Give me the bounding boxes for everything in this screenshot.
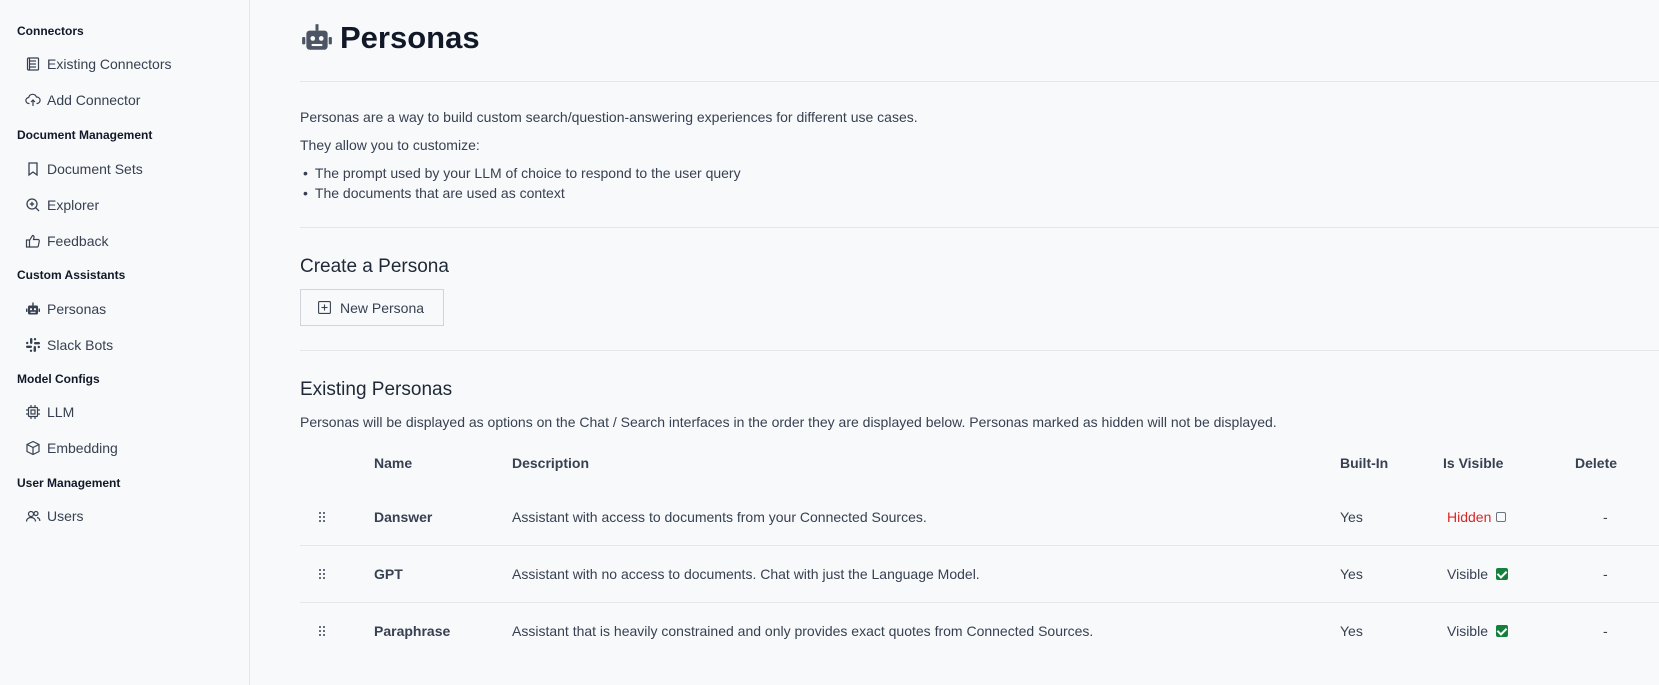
checkbox-unchecked-icon[interactable] <box>1496 512 1507 522</box>
sidebar-section-document-management: Document Management <box>17 128 153 142</box>
persona-description: Assistant with access to documents from … <box>512 509 927 525</box>
column-header-description: Description <box>512 455 590 471</box>
visibility-label: Hidden <box>1447 509 1492 525</box>
checkbox-checked-icon[interactable] <box>1496 568 1508 580</box>
sidebar-item-llm[interactable]: LLM <box>25 401 74 423</box>
slack-icon <box>26 338 40 352</box>
new-persona-button[interactable]: New Persona <box>300 289 444 326</box>
sidebar-item-label: Slack Bots <box>47 337 114 353</box>
sidebar-item-label: Document Sets <box>47 161 143 177</box>
table-row: Paraphrase Assistant that is heavily con… <box>300 602 1659 659</box>
sidebar-item-label: Personas <box>47 301 107 317</box>
zoom-in-icon <box>26 198 40 212</box>
delete-value: - <box>1603 623 1608 639</box>
existing-personas-heading: Existing Personas <box>300 379 453 400</box>
sidebar: Connectors Existing Connectors Add Conne… <box>0 0 250 685</box>
persona-description: Assistant with no access to documents. C… <box>512 566 980 582</box>
column-header-delete: Delete <box>1575 455 1618 471</box>
drag-handle-icon[interactable] <box>318 568 326 580</box>
cloud-upload-icon <box>25 93 41 106</box>
sidebar-item-explorer[interactable]: Explorer <box>25 194 99 216</box>
sidebar-item-label: Add Connector <box>47 92 141 108</box>
sidebar-item-users[interactable]: Users <box>25 505 84 527</box>
sidebar-section-user-management: User Management <box>17 476 121 490</box>
sidebar-item-existing-connectors[interactable]: Existing Connectors <box>25 53 172 75</box>
sidebar-item-label: Existing Connectors <box>47 56 172 72</box>
bullet-item: The documents that are used as context <box>303 185 565 201</box>
visibility-toggle[interactable]: Hidden <box>1447 509 1507 525</box>
drag-handle-icon[interactable] <box>318 625 326 637</box>
existing-personas-description: Personas will be displayed as options on… <box>300 414 1277 430</box>
page-title-text: Personas <box>340 20 480 55</box>
column-header-is-visible: Is Visible <box>1443 455 1504 471</box>
delete-value: - <box>1603 566 1608 582</box>
sidebar-item-label: Embedding <box>47 440 118 456</box>
sidebar-section-model-configs: Model Configs <box>17 372 100 386</box>
persona-name: Paraphrase <box>374 623 451 639</box>
robot-icon <box>26 302 40 315</box>
users-icon <box>25 510 41 522</box>
persona-description: Assistant that is heavily constrained an… <box>512 623 1094 639</box>
sidebar-item-label: Users <box>47 508 84 524</box>
persona-built-in: Yes <box>1340 623 1363 639</box>
list-icon <box>26 57 40 71</box>
divider <box>300 81 1659 82</box>
checkbox-checked-icon[interactable] <box>1496 625 1508 637</box>
create-persona-heading: Create a Persona <box>300 256 449 277</box>
plus-square-icon <box>318 301 331 314</box>
customize-label: They allow you to customize: <box>300 137 480 153</box>
persona-name: GPT <box>374 566 403 582</box>
sidebar-item-feedback[interactable]: Feedback <box>25 230 108 252</box>
sidebar-item-document-sets[interactable]: Document Sets <box>25 158 143 180</box>
divider <box>300 350 1659 351</box>
column-header-built-in: Built-In <box>1340 455 1389 471</box>
drag-handle-icon[interactable] <box>318 511 326 523</box>
sidebar-item-label: Feedback <box>47 233 109 249</box>
intro-text: Personas are a way to build custom searc… <box>300 109 918 125</box>
visibility-label: Visible <box>1447 623 1488 639</box>
sidebar-item-add-connector[interactable]: Add Connector <box>25 89 140 111</box>
persona-built-in: Yes <box>1340 509 1363 525</box>
table-row: Danswer Assistant with access to documen… <box>300 488 1659 545</box>
sidebar-item-personas[interactable]: Personas <box>25 298 106 320</box>
thumbs-up-icon <box>25 234 40 248</box>
table-row: GPT Assistant with no access to document… <box>300 545 1659 602</box>
bookmark-icon <box>28 162 38 177</box>
cube-icon <box>26 440 40 456</box>
sidebar-section-custom-assistants: Custom Assistants <box>17 268 126 282</box>
divider <box>300 227 1659 228</box>
new-persona-label: New Persona <box>340 299 425 316</box>
sidebar-section-connectors: Connectors <box>17 24 84 38</box>
visibility-label: Visible <box>1447 566 1488 582</box>
delete-value: - <box>1603 509 1608 525</box>
visibility-toggle[interactable]: Visible <box>1447 566 1508 582</box>
persona-name: Danswer <box>374 509 433 525</box>
sidebar-item-slack-bots[interactable]: Slack Bots <box>25 334 113 356</box>
sidebar-item-embedding[interactable]: Embedding <box>25 437 118 459</box>
sidebar-item-label: Explorer <box>47 197 100 213</box>
robot-icon <box>302 24 332 50</box>
bullet-item: The prompt used by your LLM of choice to… <box>303 165 741 181</box>
visibility-toggle[interactable]: Visible <box>1447 623 1508 639</box>
page-title: Personas <box>300 20 480 56</box>
cpu-icon <box>26 405 40 419</box>
sidebar-item-label: LLM <box>47 404 75 420</box>
persona-built-in: Yes <box>1340 566 1363 582</box>
column-header-name: Name <box>374 455 413 471</box>
